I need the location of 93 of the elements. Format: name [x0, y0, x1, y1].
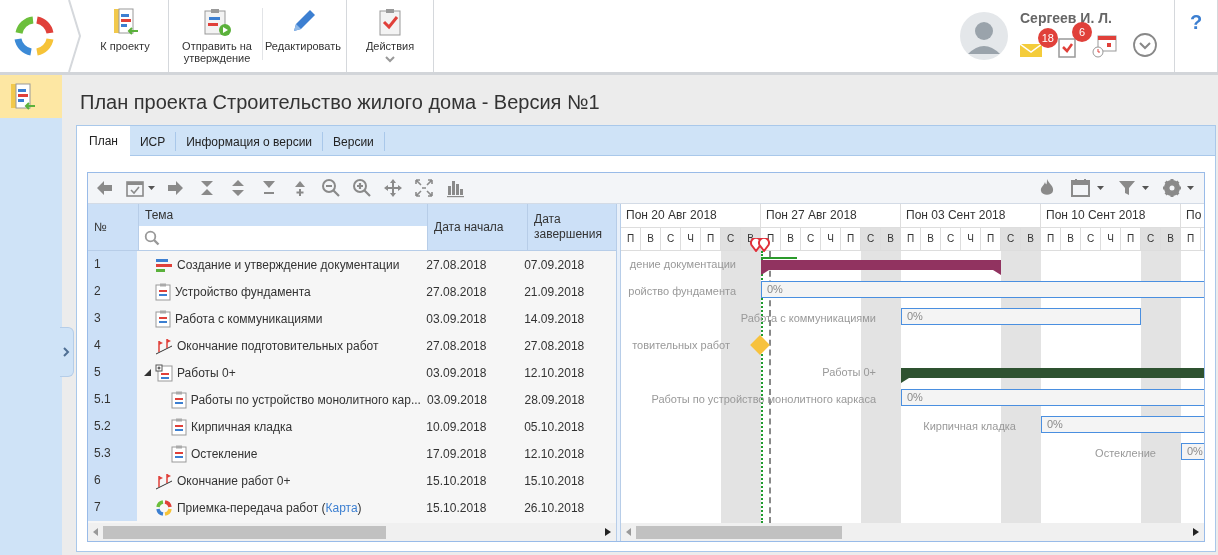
week-label: Пон 27 Авг 2018 — [761, 204, 901, 227]
row-number: 4 — [88, 332, 137, 359]
task-link[interactable]: Карта — [325, 500, 358, 515]
task-title: Устройство фундамента — [175, 284, 311, 299]
day-label: С — [661, 228, 681, 250]
table-cell-text: 05.10.2018 — [523, 419, 586, 434]
day-label: В — [781, 228, 801, 250]
row-number: 5.3 — [88, 440, 137, 467]
bar-label: Работа с коммуникациями — [740, 311, 876, 326]
day-label: С — [1001, 228, 1021, 250]
column-header[interactable]: № — [88, 204, 138, 250]
count-badge: 6 — [1072, 22, 1092, 42]
table-cell-text: 21.09.2018 — [523, 284, 586, 299]
task-title: Работы по устройство монолитного кар... — [190, 392, 421, 407]
row-number: 1 — [88, 251, 137, 278]
toolbar-button[interactable]: К проекту — [85, 0, 165, 72]
table-cell-text: 03.09.2018 — [425, 311, 488, 326]
row-number: 5.2 — [88, 413, 137, 440]
toolbar-button[interactable]: Действия — [350, 0, 430, 72]
day-label: Ч — [821, 228, 841, 250]
table-cell-text: 17.09.2018 — [425, 446, 488, 461]
table-cell-text: 07.09.2018 — [523, 257, 586, 272]
tab[interactable]: Информация о версии — [176, 132, 324, 151]
day-label: В — [921, 228, 941, 250]
tab[interactable]: Версии — [323, 132, 385, 151]
row-number: 3 — [88, 305, 137, 332]
bar-label: Работы 0+ — [822, 365, 876, 380]
table-cell-text: 27.08.2018 — [425, 338, 488, 353]
table-cell-text: 12.10.2018 — [523, 365, 586, 380]
task-title: Остекление — [191, 446, 258, 461]
task-title: Окончание работ 0+ — [177, 473, 291, 488]
day-label: П — [1041, 228, 1061, 250]
row-number: 2 — [88, 278, 137, 305]
tab[interactable]: План — [77, 126, 130, 156]
week-label: По — [1185, 207, 1203, 224]
column-header[interactable]: Дата начала — [428, 204, 528, 250]
table-cell-text: 27.08.2018 — [523, 338, 586, 353]
day-label: В — [1161, 228, 1181, 250]
table-cell-text: 26.10.2018 — [523, 500, 586, 515]
day-label: Ч — [681, 228, 701, 250]
row-number: 5.1 — [88, 386, 137, 413]
day-label: С — [801, 228, 821, 250]
table-cell-text: 10.09.2018 — [425, 419, 488, 434]
day-label: С — [1081, 228, 1101, 250]
bar-label: товительных работ — [632, 338, 730, 353]
help-button[interactable]: ? — [1185, 4, 1207, 40]
day-label: С — [861, 228, 881, 250]
toolbar-button[interactable]: Редактировать — [263, 0, 343, 72]
day-label: В — [1021, 228, 1041, 250]
day-label: С — [941, 228, 961, 250]
day-label: В — [881, 228, 901, 250]
column-header[interactable]: Тема — [139, 204, 427, 226]
task-title: Приемка-передача работ (Карта) — [177, 500, 362, 515]
column-header[interactable]: Дата завершения — [528, 204, 616, 250]
toolbar-button[interactable]: Отправить на утверждение — [172, 0, 262, 72]
table-cell-text: 14.09.2018 — [523, 311, 586, 326]
task-title: Работы 0+ — [177, 365, 236, 380]
row-number: 7 — [88, 494, 137, 521]
week-label: Пон 10 Сент 2018 — [1041, 204, 1181, 227]
table-cell-text: 15.10.2018 — [425, 500, 488, 515]
bar-label: Работы по устройство монолитного каркаса — [651, 392, 876, 407]
table-cell-text: 28.09.2018 — [523, 392, 586, 407]
day-label: Ч — [961, 228, 981, 250]
tab[interactable]: ИСР — [129, 132, 177, 151]
count-badge: 18 — [1037, 28, 1058, 48]
table-cell-text: 15.10.2018 — [425, 473, 488, 488]
table-cell-text: 03.09.2018 — [425, 365, 488, 380]
task-title: Окончание подготовительных работ — [177, 338, 379, 353]
table-cell-text: 27.08.2018 — [425, 284, 488, 299]
week-label: Пон 03 Сент 2018 — [901, 204, 1041, 227]
table-cell-text: 15.10.2018 — [523, 473, 586, 488]
page-title: План проекта Строительство жилого дома - Версия №1 — [79, 90, 601, 115]
table-cell-text: 27.08.2018 — [425, 257, 488, 272]
bar-label: дение документации — [629, 257, 736, 272]
table-cell-text: 12.10.2018 — [523, 446, 586, 461]
day-label: С — [721, 228, 741, 250]
bar-label: Остекление — [1095, 446, 1156, 461]
day-label: В — [1061, 228, 1081, 250]
day-label: В — [641, 228, 661, 250]
bar-label: ройство фундамента — [628, 284, 736, 299]
task-title: Работа с коммуникациями — [175, 311, 323, 326]
row-number: 5 — [88, 359, 137, 386]
day-label: П — [1181, 228, 1201, 250]
task-title: Кирпичная кладка — [191, 419, 293, 434]
bar-label: Кирпичная кладка — [923, 419, 1016, 434]
day-label: С — [1141, 228, 1161, 250]
row-number: 6 — [88, 467, 137, 494]
day-label: Ч — [1101, 228, 1121, 250]
task-title: Создание и утверждение документации — [177, 257, 400, 272]
table-cell-text: 03.09.2018 — [425, 392, 489, 407]
day-label: П — [621, 228, 641, 250]
day-label: П — [901, 228, 921, 250]
week-label: Пон 20 Авг 2018 — [621, 204, 761, 227]
